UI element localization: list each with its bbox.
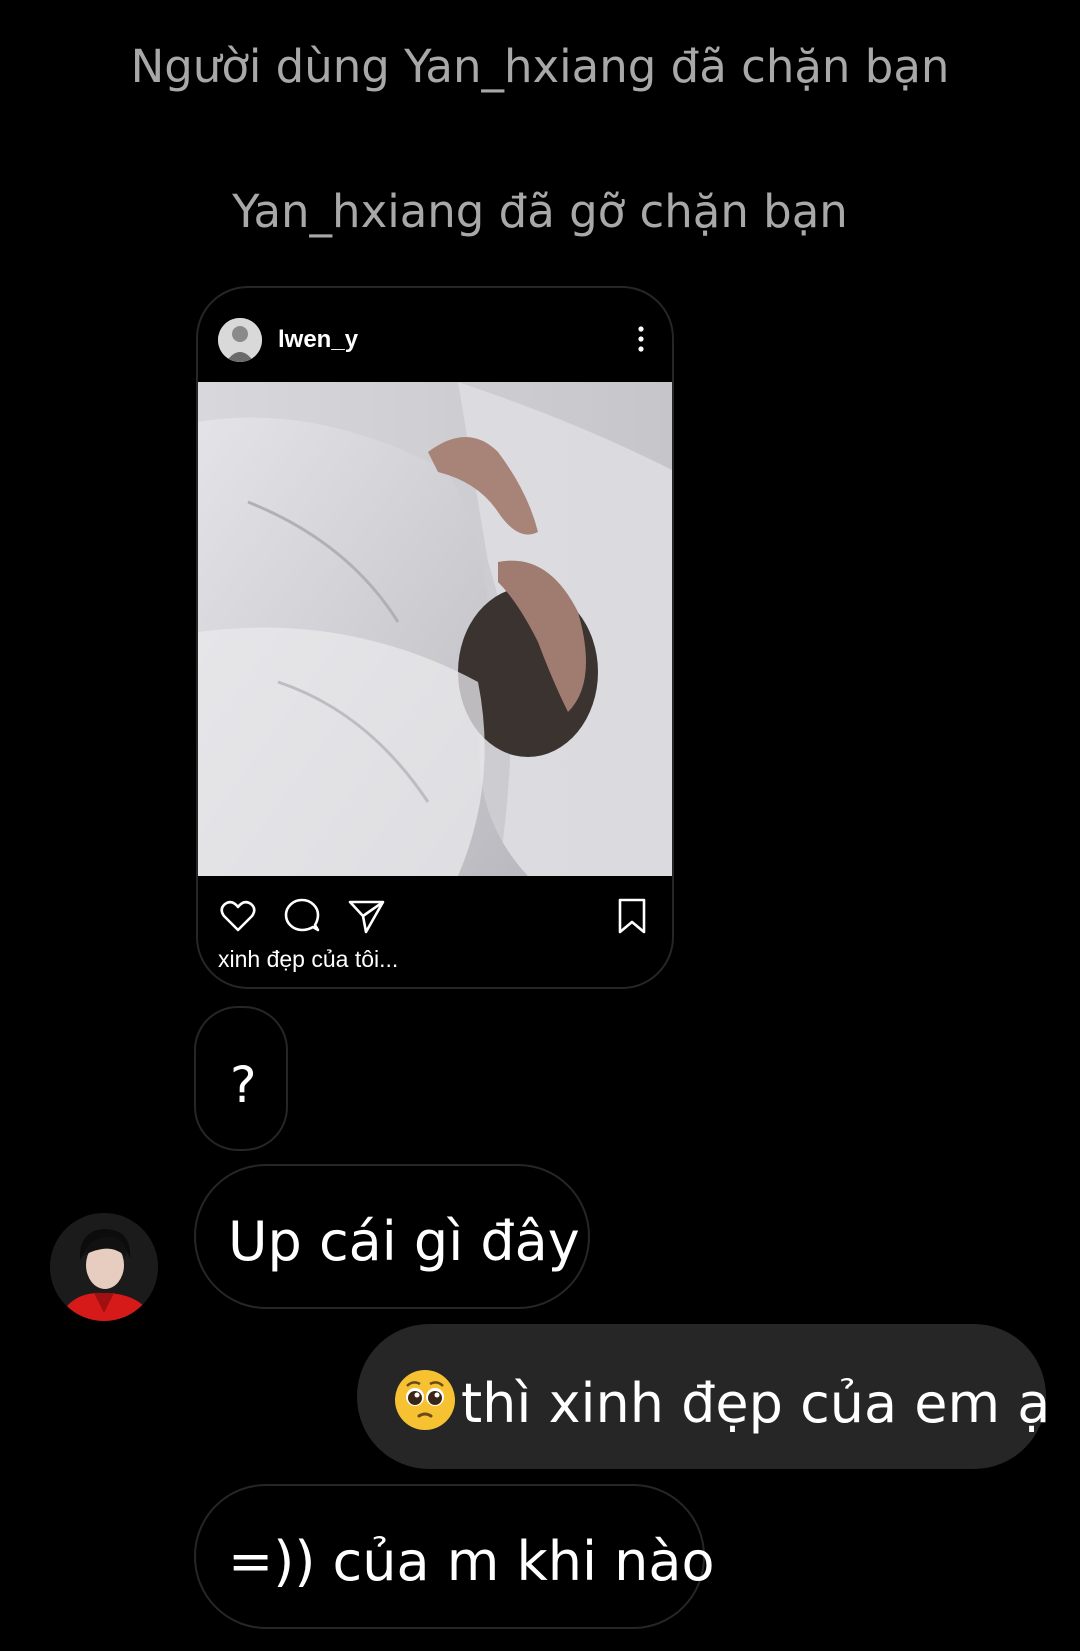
- post-photo[interactable]: [198, 382, 672, 876]
- bookmark-icon[interactable]: [612, 896, 652, 936]
- post-actions: [198, 878, 672, 944]
- message-bubble-outgoing[interactable]: thì xinh đẹp của em ạ: [357, 1324, 1050, 1469]
- message-bubble-incoming[interactable]: Up cái gì đây: [194, 1164, 590, 1309]
- pleading-face-emoji: [395, 1370, 455, 1430]
- comment-icon[interactable]: [282, 896, 322, 936]
- heart-icon[interactable]: [218, 896, 258, 936]
- sender-avatar[interactable]: [50, 1213, 158, 1321]
- post-header: lwen_y: [198, 288, 672, 382]
- message-text: Up cái gì đây: [228, 1210, 580, 1273]
- post-username[interactable]: lwen_y: [278, 326, 358, 354]
- share-icon[interactable]: [346, 896, 386, 936]
- system-message-unblocked: Yan_hxiang đã gỡ chặn bạn: [232, 185, 848, 238]
- message-bubble-incoming[interactable]: ?: [194, 1006, 288, 1151]
- message-bubble-incoming[interactable]: =)) của m khi nào: [194, 1484, 715, 1629]
- post-caption: xinh đẹp của tôi...: [218, 946, 399, 972]
- post-author-avatar[interactable]: [218, 318, 262, 362]
- system-message-blocked: Người dùng Yan_hxiang đã chặn bạn: [130, 40, 950, 93]
- message-text: thì xinh đẹp của em ạ: [461, 1372, 1051, 1435]
- message-text: ?: [230, 1056, 257, 1114]
- more-options-icon[interactable]: [636, 324, 646, 354]
- shared-post-card[interactable]: lwen_y xinh đẹp của tôi...: [196, 286, 674, 989]
- message-text: =)) của m khi nào: [228, 1530, 715, 1593]
